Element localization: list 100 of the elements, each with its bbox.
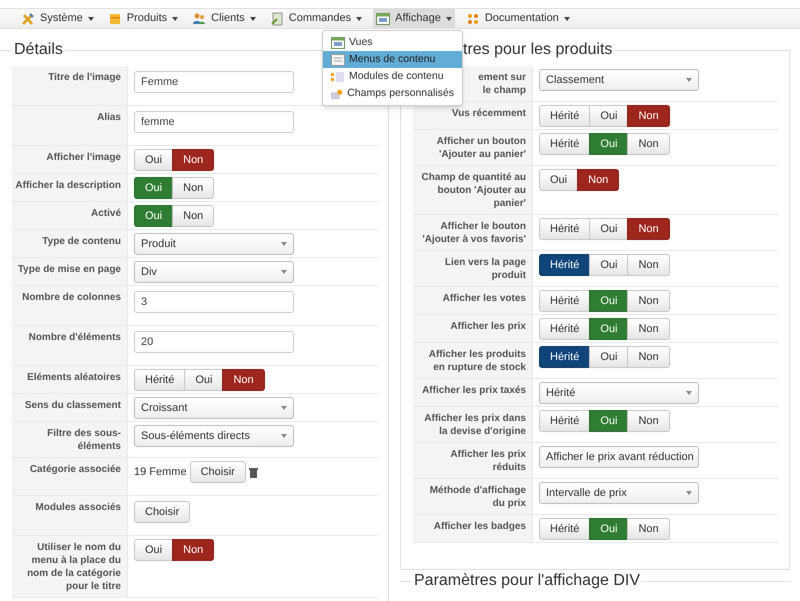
choose-button[interactable]: Choisir [190,461,246,483]
field-label: Type de contenu [42,235,121,249]
toggle-option[interactable]: Oui [589,318,628,340]
caret-icon [564,16,570,20]
caret-icon [446,16,452,20]
toggle-option[interactable]: Oui [134,539,174,562]
dropdown-item[interactable]: Champs personnalisés [323,85,462,102]
field-label: Titre de l'image [48,71,121,85]
menu-item[interactable]: Affichage [373,9,455,28]
field-icon [331,88,344,100]
toggle-option[interactable]: Hérité [539,318,590,340]
text-field[interactable]: 20 [134,331,294,353]
toggle-option[interactable]: Non [627,133,670,155]
field-label: Méthode d'affichage du prix [428,484,526,510]
select-field[interactable]: Sous-éléments directs [134,425,294,447]
dropdown-item[interactable]: Menus de contenu [323,51,462,68]
field-label: Alias [97,111,121,125]
caret-icon [281,406,287,410]
toggle-option[interactable]: Non [627,346,670,368]
field-label: Afficher l'image [46,151,121,165]
select-field[interactable]: Hérité [539,382,699,404]
toggle-option[interactable]: Oui [134,205,174,227]
toggle-option[interactable]: Hérité [539,218,590,240]
toggle-option[interactable]: Oui [589,290,628,312]
field-label: Afficher les prix dans la devise d'origine [423,412,526,438]
trash-icon[interactable] [248,466,258,478]
field-label: Afficher les badges [434,520,526,534]
field-label: Eléments aléatoires [27,371,121,385]
toggle-option[interactable]: Hérité [134,369,186,391]
dots-icon [466,12,480,26]
toggle-option[interactable]: Oui [589,254,628,276]
select-field[interactable]: Div [134,261,294,283]
field-label: Type de mise en page [18,263,121,277]
select-field[interactable]: Afficher le prix avant réduction [539,446,699,468]
toggle-option[interactable]: Hérité [539,346,590,368]
field-label: Nombre d'éléments [28,331,121,345]
toggle-option[interactable]: Hérité [539,133,590,155]
tools-icon [21,12,35,26]
toggle-option[interactable]: Oui [134,149,174,171]
toggle-option[interactable]: Non [627,105,670,127]
field-label: Afficher les prix réduits [449,448,526,474]
section-title: tres pour les produits [462,40,614,60]
field-label: Vus récemment [452,107,526,121]
toggle-option[interactable]: Non [172,149,214,171]
toggle-option[interactable]: Non [627,518,670,540]
toggle-option[interactable]: Non [172,539,214,562]
toggle-option[interactable]: Oui [539,169,578,191]
toggle-option[interactable]: Non [577,169,620,191]
toggle-option[interactable]: Hérité [539,105,590,127]
toggle-option[interactable]: Non [627,290,670,312]
toggle-option[interactable]: Non [172,177,214,199]
menu-item[interactable]: Documentation [462,9,573,28]
select-field[interactable]: Croissant [134,397,294,419]
select-field[interactable]: Intervalle de prix [539,482,699,504]
dropdown-item[interactable]: Vues [323,34,462,51]
window-icon [376,12,390,24]
toggle-option[interactable]: Oui [589,346,628,368]
text-field[interactable]: femme [134,111,294,133]
field-label: Afficher les votes [442,292,526,306]
field-label: Filtre des sous-éléments [46,427,121,453]
caret-icon [281,434,287,438]
toggle-option[interactable]: Oui [589,133,628,155]
toggle-option[interactable]: Hérité [539,518,590,540]
toggle-option[interactable]: Oui [589,105,628,127]
choose-button[interactable]: Choisir [134,501,190,524]
field-label: Activé [90,207,121,221]
toggle-option[interactable]: Oui [589,410,628,432]
select-field[interactable]: Classement [539,69,699,91]
toggle-option[interactable]: Non [172,205,214,227]
field-label: Afficher les prix [450,320,526,334]
toggle-option[interactable]: Hérité [539,290,590,312]
toggle-option[interactable]: Non [627,410,670,432]
toggle-option[interactable]: Non [627,254,670,276]
menu-item[interactable]: Clients [189,9,259,28]
text-field[interactable]: 3 [134,291,294,313]
field-label: Afficher le bouton 'Ajouter à vos favoris' [421,220,526,246]
caret-icon [88,16,94,20]
toggle-option[interactable]: Non [627,318,670,340]
field-label: Utiliser le nom du menu à la place du nom de la catégorie pour le titre [26,541,121,594]
toggle-option[interactable]: Oui [589,518,628,540]
toggle-option[interactable]: Non [222,369,265,391]
toggle-option[interactable]: Non [627,218,670,240]
window-icon [331,36,345,48]
toggle-option[interactable]: Hérité [539,254,590,276]
menu-item[interactable]: Système [18,9,97,28]
users-icon [192,12,206,26]
text-field[interactable]: Femme [134,71,294,93]
menu-item[interactable]: Commandes [266,9,366,28]
toggle-option[interactable]: Oui [184,369,224,391]
toggle-option[interactable]: Oui [589,218,628,240]
menu-item[interactable]: Produits [104,9,182,28]
toggle-option[interactable]: Oui [134,177,174,199]
field-label: ement sur le champ [477,71,526,97]
caret-icon [356,16,362,20]
select-field[interactable]: Produit [134,233,294,255]
dropdown-item[interactable]: Modules de contenu [323,68,462,85]
field-label: Afficher un bouton 'Ajouter au panier' [436,135,526,161]
document-icon [270,12,284,26]
toggle-option[interactable]: Hérité [539,410,590,432]
field-label: Lien vers la page produit [444,256,526,282]
